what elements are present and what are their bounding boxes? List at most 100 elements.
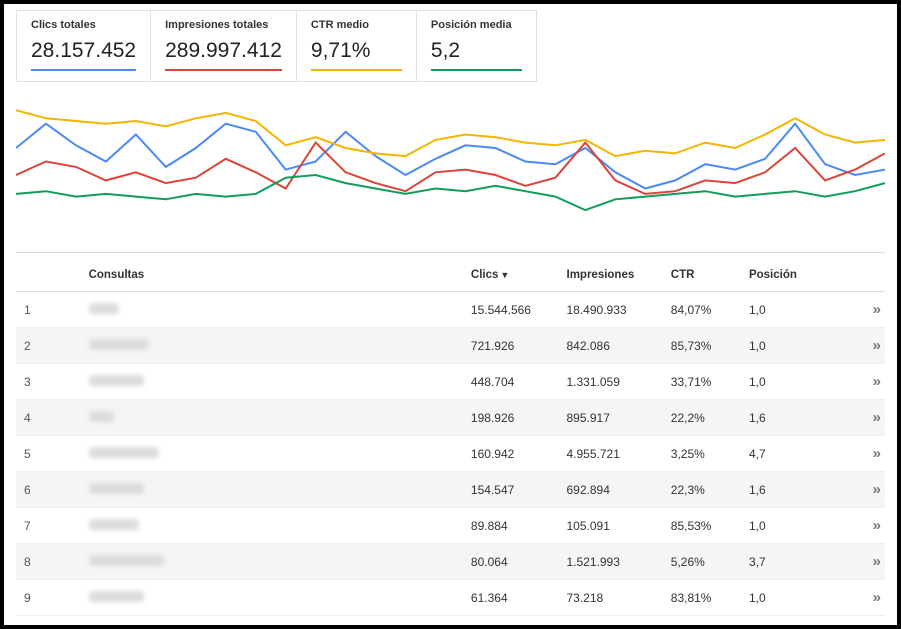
expand-row-icon[interactable]: » <box>873 445 877 462</box>
row-impressions: 1.331.059 <box>559 364 663 400</box>
col-ctr[interactable]: CTR <box>663 259 741 292</box>
expand-row-icon[interactable]: » <box>873 301 877 318</box>
row-ctr: 84,07% <box>663 292 741 328</box>
row-query <box>81 292 463 328</box>
chart-series-line <box>16 124 885 189</box>
metric-card[interactable]: Posición media 5,2 <box>417 10 537 82</box>
metric-card[interactable]: Clics totales 28.157.452 <box>16 10 151 82</box>
row-query <box>81 508 463 544</box>
queries-table: Consultas Clics▼ Impresiones CTR Posició… <box>16 259 885 616</box>
metric-value: 9,71% <box>311 39 402 63</box>
row-position: 1,0 <box>741 508 811 544</box>
table-row[interactable]: 2721.926842.08685,73%1,0» <box>16 328 885 364</box>
row-impressions: 4.955.721 <box>559 436 663 472</box>
row-impressions: 1.521.993 <box>559 544 663 580</box>
row-position: 1,6 <box>741 400 811 436</box>
col-clicks-label: Clics <box>471 269 499 281</box>
row-impressions: 73.218 <box>559 580 663 616</box>
row-ctr: 5,26% <box>663 544 741 580</box>
performance-chart <box>16 94 885 229</box>
metric-value: 28.157.452 <box>31 39 136 63</box>
redacted-query <box>89 303 119 314</box>
expand-row-icon[interactable]: » <box>873 517 877 534</box>
row-position: 1,6 <box>741 472 811 508</box>
row-impressions: 105.091 <box>559 508 663 544</box>
metric-value: 5,2 <box>431 39 522 63</box>
redacted-query <box>89 339 149 350</box>
sort-desc-icon: ▼ <box>500 270 509 280</box>
row-index: 1 <box>16 292 81 328</box>
expand-row-icon[interactable]: » <box>873 589 877 606</box>
table-row[interactable]: 7 89.884105.09185,53%1,0 » <box>16 508 885 544</box>
row-clicks: 198.926 <box>463 400 559 436</box>
col-position[interactable]: Posición <box>741 259 811 292</box>
row-impressions: 18.490.933 <box>559 292 663 328</box>
chart-series-line <box>16 175 885 210</box>
row-index: 8 <box>16 544 81 580</box>
metric-label: Posición media <box>431 19 522 31</box>
row-query <box>81 436 463 472</box>
row-clicks: 89.884 <box>463 508 559 544</box>
row-ctr: 3,25% <box>663 436 741 472</box>
row-impressions: 842.086 <box>559 328 663 364</box>
metric-label: Impresiones totales <box>165 19 282 31</box>
row-ctr: 85,53% <box>663 508 741 544</box>
row-query <box>81 544 463 580</box>
row-impressions: 895.917 <box>559 400 663 436</box>
expand-row-icon[interactable]: » <box>873 481 877 498</box>
row-clicks: 154.547 <box>463 472 559 508</box>
metric-underline <box>431 69 522 71</box>
row-impressions: 692.894 <box>559 472 663 508</box>
metric-label: CTR medio <box>311 19 402 31</box>
row-ctr: 83,81% <box>663 580 741 616</box>
row-clicks: 61.364 <box>463 580 559 616</box>
metric-label: Clics totales <box>31 19 136 31</box>
row-ctr: 33,71% <box>663 364 741 400</box>
row-clicks: 160.942 <box>463 436 559 472</box>
metric-underline <box>31 69 136 71</box>
expand-row-icon[interactable]: » <box>873 553 877 570</box>
row-query <box>81 472 463 508</box>
table-row[interactable]: 961.36473.21883,81%1,0» <box>16 580 885 616</box>
table-row[interactable]: 1 15.544.56618.490.93384,07%1,0 » <box>16 292 885 328</box>
redacted-query <box>89 375 144 386</box>
redacted-query <box>89 519 139 530</box>
row-clicks: 448.704 <box>463 364 559 400</box>
metric-underline <box>311 69 402 71</box>
row-ctr: 22,2% <box>663 400 741 436</box>
col-index <box>16 259 81 292</box>
table-row[interactable]: 4198.926895.91722,2%1,6» <box>16 400 885 436</box>
table-row[interactable]: 5160.9424.955.7213,25%4,7» <box>16 436 885 472</box>
redacted-query <box>89 411 114 422</box>
col-query[interactable]: Consultas <box>81 259 463 292</box>
table-row[interactable]: 3448.7041.331.05933,71%1,0» <box>16 364 885 400</box>
chart-series-line <box>16 110 885 156</box>
row-query <box>81 400 463 436</box>
expand-row-icon[interactable]: » <box>873 373 877 390</box>
row-clicks: 15.544.566 <box>463 292 559 328</box>
metrics-bar: Clics totales 28.157.452 Impresiones total… <box>16 10 885 82</box>
row-index: 5 <box>16 436 81 472</box>
redacted-query <box>89 483 144 494</box>
chart-series-line <box>16 143 885 194</box>
row-ctr: 22,3% <box>663 472 741 508</box>
row-query <box>81 364 463 400</box>
col-expand <box>810 259 885 292</box>
row-position: 3,7 <box>741 544 811 580</box>
expand-row-icon[interactable]: » <box>873 409 877 426</box>
redacted-query <box>89 447 159 458</box>
row-index: 9 <box>16 580 81 616</box>
metric-card[interactable]: CTR medio 9,71% <box>297 10 417 82</box>
row-query <box>81 328 463 364</box>
row-ctr: 85,73% <box>663 328 741 364</box>
row-index: 3 <box>16 364 81 400</box>
section-divider <box>16 252 885 253</box>
metric-card[interactable]: Impresiones totales289.997.412 <box>151 10 297 82</box>
col-clicks[interactable]: Clics▼ <box>463 259 559 292</box>
col-impressions[interactable]: Impresiones <box>559 259 663 292</box>
row-index: 7 <box>16 508 81 544</box>
row-position: 1,0 <box>741 292 811 328</box>
table-row[interactable]: 880.0641.521.9935,26%3,7» <box>16 544 885 580</box>
table-row[interactable]: 6154.547692.89422,3%1,6» <box>16 472 885 508</box>
expand-row-icon[interactable]: » <box>873 337 877 354</box>
